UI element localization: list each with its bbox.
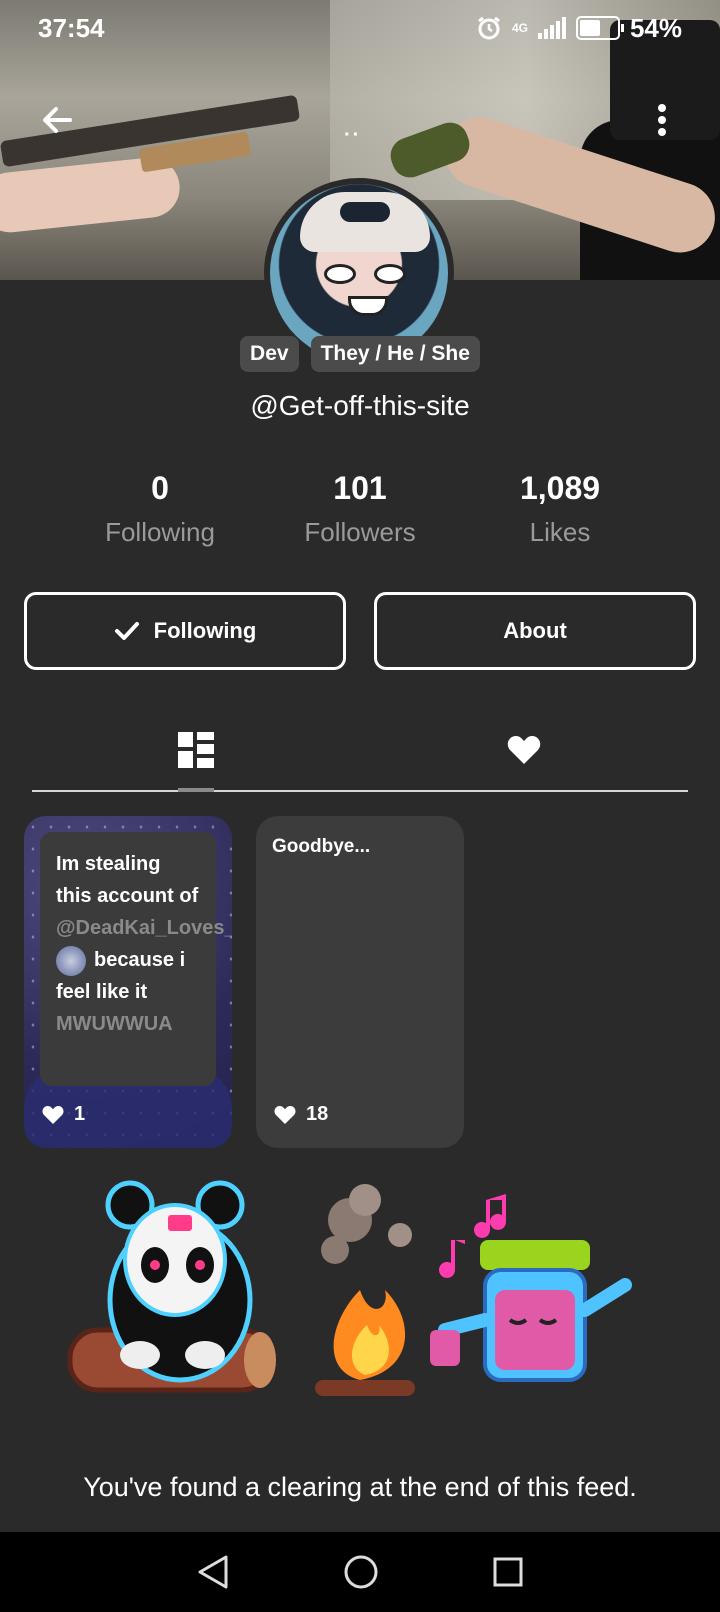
heart-icon — [507, 736, 541, 764]
post-likes: 18 — [274, 1103, 328, 1126]
stat-label: Followers — [304, 517, 416, 547]
following-button[interactable]: Following — [24, 592, 346, 670]
badge-dev: Dev — [240, 336, 299, 372]
stat-following[interactable]: 0 Following — [60, 470, 260, 548]
post-text: Im stealing this account of @DeadKai_Lov… — [40, 832, 232, 1086]
end-of-feed-illustration — [67, 1180, 632, 1396]
nav-back-icon[interactable] — [196, 1554, 230, 1590]
tab-divider — [32, 790, 688, 792]
profile-stats: 0 Following 101 Followers 1,089 Likes — [60, 470, 660, 548]
system-nav-bar — [0, 1532, 720, 1612]
tab-likes[interactable] — [360, 712, 688, 788]
post-text-part: MWUWWUA — [56, 1013, 173, 1035]
post-like-count: 1 — [74, 1103, 86, 1125]
battery-icon — [575, 16, 624, 40]
profile-actions: Following About — [24, 592, 696, 670]
stat-label: Following — [105, 517, 215, 547]
post-like-count: 18 — [306, 1103, 329, 1125]
status-bar: 37:54 4G 54% — [0, 0, 720, 56]
profile-tabs — [32, 712, 688, 792]
battery-percent: 54% — [629, 12, 682, 43]
drag-handle-icon: ·· — [344, 124, 362, 146]
post-likes: 1 — [42, 1103, 85, 1126]
about-button-label: About — [503, 618, 567, 643]
profile-badges: Dev They / He / She — [0, 336, 720, 372]
stat-followers[interactable]: 101 Followers — [260, 470, 460, 548]
nav-home-icon[interactable] — [343, 1554, 379, 1590]
profile-handle: @Get-off-this-site — [250, 390, 470, 421]
stat-label: Likes — [529, 517, 591, 547]
following-button-label: Following — [153, 618, 257, 643]
stat-value: 1,089 — [519, 470, 601, 506]
mention-avatar — [56, 945, 86, 976]
checkmark-icon — [114, 622, 139, 640]
status-time: 37:54 — [38, 12, 105, 43]
post-title: Goodbye... — [272, 836, 371, 857]
badge-pronouns: They / He / She — [310, 336, 480, 372]
tab-posts[interactable] — [32, 712, 360, 788]
grid-icon — [178, 732, 214, 768]
stat-value: 101 — [333, 470, 387, 506]
nav-recents-icon[interactable] — [492, 1556, 524, 1588]
heart-icon — [274, 1105, 296, 1124]
stat-value: 0 — [151, 470, 169, 506]
signal-icon — [537, 17, 566, 39]
network-type: 4G — [511, 20, 528, 35]
top-nav: ·· — [0, 90, 720, 150]
post-mention[interactable]: @DeadKai_Loves_Zip — [56, 917, 232, 939]
more-options-icon[interactable] — [652, 98, 672, 142]
stat-likes: 1,089 Likes — [460, 470, 660, 548]
tab-active-indicator — [178, 788, 214, 792]
end-of-feed-message: You've found a clearing at the end of th… — [83, 1472, 637, 1502]
post-card[interactable]: Goodbye... 18 — [256, 816, 464, 1148]
about-button[interactable]: About — [374, 592, 696, 670]
alarm-icon — [478, 16, 500, 40]
back-arrow-icon[interactable] — [36, 98, 80, 142]
post-card[interactable]: Im stealing this account of @DeadKai_Lov… — [24, 816, 232, 1148]
post-text-part: Im stealing this account of — [56, 853, 199, 907]
status-icons: 4G 54% — [476, 13, 682, 44]
heart-icon — [42, 1105, 64, 1124]
